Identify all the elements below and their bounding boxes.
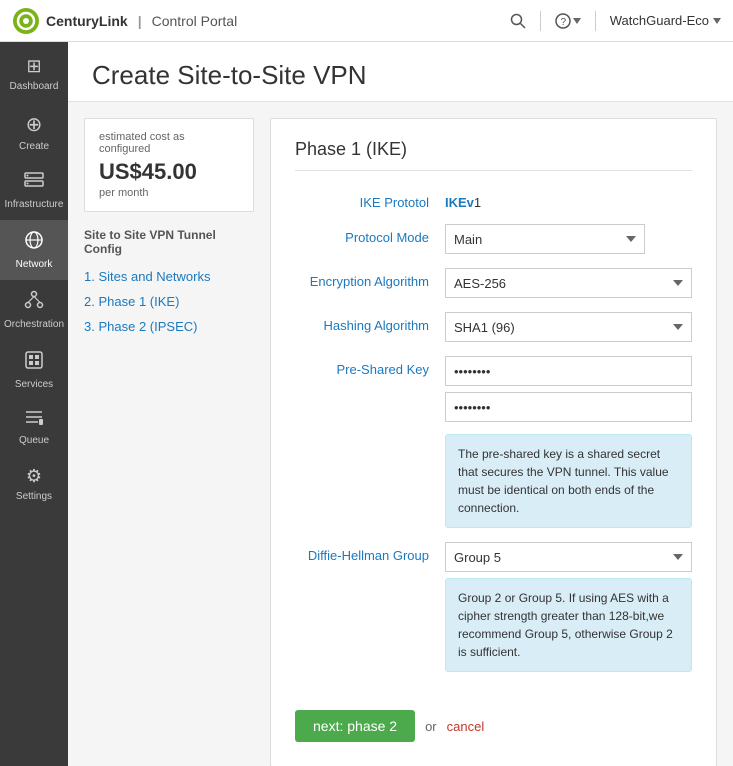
- step-3[interactable]: 3. Phase 2 (IPSEC): [84, 314, 254, 339]
- sidebar-label-services: Services: [15, 379, 53, 390]
- search-icon: [510, 13, 526, 29]
- step-3-number: 3.: [84, 319, 95, 334]
- step-2-label: Phase 1 (IKE): [98, 294, 179, 309]
- sidebar-item-settings[interactable]: ⚙ Settings: [0, 456, 68, 512]
- user-name: WatchGuard-Eco: [610, 13, 709, 28]
- orchestration-icon: [24, 290, 44, 315]
- nav-divider: [540, 11, 541, 31]
- sidebar-label-network: Network: [16, 259, 53, 270]
- nav-divider2: [595, 11, 596, 31]
- next-phase-button[interactable]: next: phase 2: [295, 710, 415, 742]
- right-panel: Phase 1 (IKE) IKE Prototol IKEv1 Protoco…: [270, 118, 717, 766]
- services-icon: [24, 350, 44, 375]
- infrastructure-icon: [24, 172, 44, 195]
- centurylink-logo-icon: [12, 7, 40, 35]
- left-panel: estimated cost as configured US$45.00 pe…: [84, 118, 254, 766]
- top-navigation: CenturyLink | Control Portal ? WatchGuar…: [0, 0, 733, 42]
- sidebar-item-queue[interactable]: Queue: [0, 400, 68, 456]
- user-menu[interactable]: WatchGuard-Eco: [610, 13, 721, 28]
- network-icon: [24, 230, 44, 255]
- help-button[interactable]: ?: [555, 13, 581, 29]
- step-2-number: 2.: [84, 294, 95, 309]
- top-nav-right: ? WatchGuard-Eco: [510, 11, 721, 31]
- sidebar-item-infrastructure[interactable]: Infrastructure: [0, 162, 68, 220]
- svg-text:?: ?: [560, 17, 566, 28]
- pre-shared-key-input[interactable]: [445, 356, 692, 386]
- hashing-algorithm-select[interactable]: SHA1 (96) SHA1 (128) MD5: [445, 312, 692, 342]
- sidebar-item-dashboard[interactable]: ⊞ Dashboard: [0, 46, 68, 102]
- sidebar: ⊞ Dashboard ⊕ Create Infrastructure Netw…: [0, 42, 68, 766]
- ike-protocol-value: IKEv1: [445, 189, 692, 210]
- sidebar-label-create: Create: [19, 141, 49, 152]
- user-chevron-icon: [713, 18, 721, 24]
- cost-label: estimated cost as configured: [99, 131, 239, 155]
- diffie-hellman-control: Group 2 Group 5 Group 2 or Group 5. If u…: [445, 542, 692, 672]
- pre-shared-key-label: Pre-Shared Key: [295, 356, 445, 377]
- ike-protocol-row: IKE Prototol IKEv1: [295, 189, 692, 210]
- pre-shared-key-confirm-input[interactable]: [445, 392, 692, 422]
- search-button[interactable]: [510, 13, 526, 29]
- cost-amount: US$45.00: [99, 159, 239, 185]
- diffie-hellman-label: Diffie-Hellman Group: [295, 542, 445, 563]
- dashboard-icon: ⊞: [26, 56, 41, 77]
- cost-box: estimated cost as configured US$45.00 pe…: [84, 118, 254, 212]
- ike-version-prefix: IKEv: [445, 195, 474, 210]
- sidebar-label-infrastructure: Infrastructure: [5, 199, 64, 210]
- page-header: Create Site-to-Site VPN: [68, 42, 733, 102]
- sidebar-item-create[interactable]: ⊕ Create: [0, 102, 68, 162]
- protocol-mode-select[interactable]: Main Aggressive: [445, 224, 645, 254]
- protocol-mode-label: Protocol Mode: [295, 224, 445, 245]
- sidebar-item-orchestration[interactable]: Orchestration: [0, 280, 68, 340]
- help-icon: ?: [555, 13, 571, 29]
- step-1-number: 1.: [84, 269, 95, 284]
- main-layout: ⊞ Dashboard ⊕ Create Infrastructure Netw…: [0, 42, 733, 766]
- settings-icon: ⚙: [26, 466, 42, 487]
- sidebar-item-services[interactable]: Services: [0, 340, 68, 400]
- step-2[interactable]: 2. Phase 1 (IKE): [84, 289, 254, 314]
- sidebar-label-dashboard: Dashboard: [10, 81, 59, 92]
- encryption-algorithm-select[interactable]: AES-256 AES-128 3DES DES: [445, 268, 692, 298]
- diffie-hellman-select[interactable]: Group 2 Group 5: [445, 542, 692, 572]
- encryption-algorithm-label: Encryption Algorithm: [295, 268, 445, 289]
- step-1[interactable]: 1. Sites and Networks: [84, 264, 254, 289]
- diffie-hellman-info: Group 2 or Group 5. If using AES with a …: [445, 578, 692, 672]
- hashing-algorithm-control: SHA1 (96) SHA1 (128) MD5: [445, 312, 692, 342]
- pre-shared-key-row: Pre-Shared Key The pre-shared key is a s…: [295, 356, 692, 528]
- nav-steps: 1. Sites and Networks 2. Phase 1 (IKE) 3…: [84, 264, 254, 339]
- brand-name: CenturyLink: [46, 13, 128, 29]
- encryption-algorithm-control: AES-256 AES-128 3DES DES: [445, 268, 692, 298]
- step-3-label: Phase 2 (IPSEC): [98, 319, 197, 334]
- ike-version-suffix: 1: [474, 195, 481, 210]
- encryption-algorithm-row: Encryption Algorithm AES-256 AES-128 3DE…: [295, 268, 692, 298]
- two-col-layout: estimated cost as configured US$45.00 pe…: [68, 102, 733, 766]
- brand-logo: CenturyLink | Control Portal: [12, 7, 237, 35]
- step-1-label: Sites and Networks: [98, 269, 210, 284]
- cost-period: per month: [99, 187, 239, 199]
- sidebar-label-orchestration: Orchestration: [4, 319, 64, 330]
- pre-shared-key-control: The pre-shared key is a shared secret th…: [445, 356, 692, 528]
- chevron-down-icon: [573, 18, 581, 24]
- cancel-link[interactable]: cancel: [447, 719, 485, 734]
- protocol-mode-row: Protocol Mode Main Aggressive: [295, 224, 692, 254]
- sidebar-label-queue: Queue: [19, 435, 49, 446]
- pre-shared-key-info: The pre-shared key is a shared secret th…: [445, 434, 692, 528]
- ike-protocol-label: IKE Prototol: [295, 189, 445, 210]
- content-area: Create Site-to-Site VPN estimated cost a…: [68, 42, 733, 766]
- protocol-mode-control: Main Aggressive: [445, 224, 692, 254]
- page-title: Create Site-to-Site VPN: [92, 60, 709, 91]
- or-text: or: [425, 719, 437, 734]
- queue-icon: [24, 410, 44, 431]
- portal-name: Control Portal: [152, 13, 238, 29]
- sidebar-label-settings: Settings: [16, 491, 52, 502]
- form-footer: next: phase 2 or cancel: [295, 696, 692, 742]
- phase-title: Phase 1 (IKE): [295, 139, 692, 171]
- hashing-algorithm-label: Hashing Algorithm: [295, 312, 445, 333]
- diffie-hellman-row: Diffie-Hellman Group Group 2 Group 5 Gro…: [295, 542, 692, 672]
- nav-section-title: Site to Site VPN Tunnel Config: [84, 228, 254, 256]
- hashing-algorithm-row: Hashing Algorithm SHA1 (96) SHA1 (128) M…: [295, 312, 692, 342]
- ike-protocol-value-wrap: IKEv1: [445, 189, 692, 210]
- create-icon: ⊕: [26, 112, 43, 137]
- sidebar-item-network[interactable]: Network: [0, 220, 68, 280]
